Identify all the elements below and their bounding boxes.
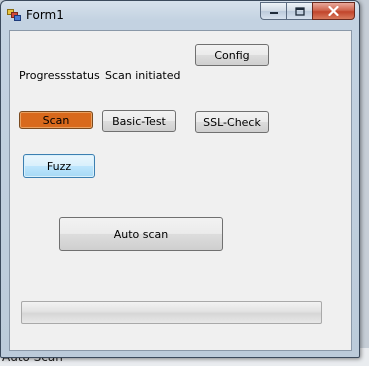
title-bar[interactable]: Form1 bbox=[1, 1, 359, 29]
form-client-area: Config Progressstatus Scan initiated Sca… bbox=[9, 30, 352, 351]
window-controls bbox=[260, 2, 355, 21]
maximize-icon bbox=[294, 6, 305, 16]
close-button[interactable] bbox=[312, 2, 355, 20]
form1-window: Form1 Config Progressstatus Scan initiat… bbox=[0, 0, 360, 358]
background-window-edge bbox=[359, 0, 369, 366]
minimize-button[interactable] bbox=[260, 2, 286, 20]
maximize-button[interactable] bbox=[286, 2, 312, 20]
fuzz-button[interactable]: Fuzz bbox=[23, 154, 95, 178]
form-app-icon bbox=[7, 9, 21, 21]
window-title: Form1 bbox=[26, 8, 64, 22]
auto-scan-button[interactable]: Auto scan bbox=[59, 217, 223, 251]
scan-button[interactable]: Scan bbox=[19, 111, 93, 129]
config-button[interactable]: Config bbox=[195, 44, 269, 66]
scan-status-label: Scan initiated bbox=[105, 69, 181, 82]
minimize-icon bbox=[269, 12, 278, 14]
ssl-check-button[interactable]: SSL-Check bbox=[195, 111, 269, 133]
close-icon bbox=[328, 6, 339, 16]
progress-status-label: Progressstatus bbox=[19, 69, 100, 82]
progress-bar bbox=[21, 301, 322, 324]
basic-test-button[interactable]: Basic-Test bbox=[102, 110, 176, 132]
